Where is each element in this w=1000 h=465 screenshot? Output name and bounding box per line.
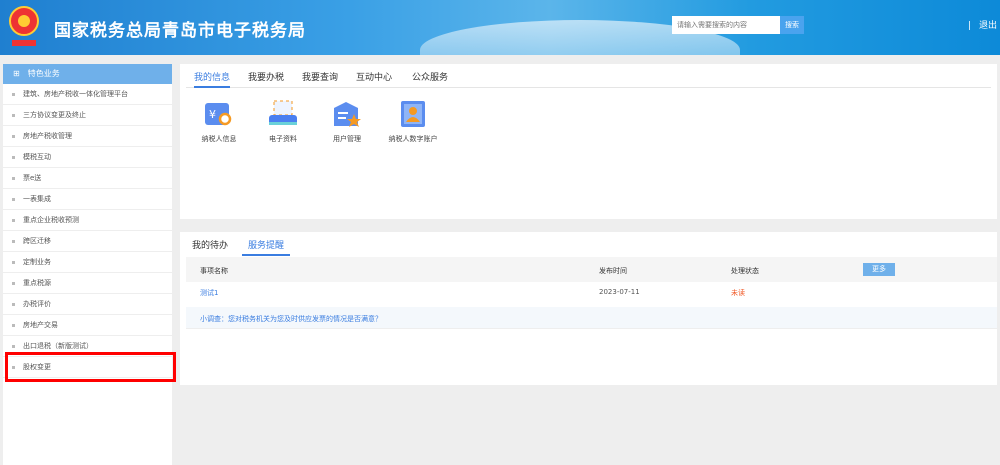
sidebar-item-label: 定制业务 [23, 258, 51, 266]
sidebar-item-label: 模税互动 [23, 153, 51, 161]
site-title: 国家税务总局青岛市电子税务局 [54, 21, 306, 41]
grid-icon: ⊞ [13, 69, 20, 78]
item-name-link[interactable]: 测试1 [200, 288, 218, 298]
info-panel: 我的信息 我要办税 我要查询 互动中心 公众服务 ¥ 纳税人信息 电子资料 用户… [180, 64, 997, 219]
sidebar-item[interactable]: 建筑、房地产税收一体化管理平台 [3, 84, 172, 105]
taxpayer-info-icon[interactable]: ¥ [204, 100, 234, 128]
sidebar-item-label: 一表集成 [23, 195, 51, 203]
bullet-icon [12, 197, 15, 201]
main-tabs: 我的信息 我要办税 我要查询 互动中心 公众服务 [186, 64, 991, 88]
sidebar-item-label: 重点税源 [23, 279, 51, 287]
bullet-icon [12, 218, 15, 222]
column-publish-date: 发布时间 [599, 267, 627, 275]
tab-my-todo[interactable]: 我的待办 [192, 238, 228, 251]
user-management-icon[interactable] [332, 100, 362, 128]
sidebar-item[interactable]: 模税互动 [3, 147, 172, 168]
header: 国家税务总局青岛市电子税务局 搜索 | 退出 [0, 0, 1000, 55]
search-input[interactable] [672, 16, 780, 34]
survey-link[interactable]: 小调查：您对税务机关为您及时供应发票的情况是否满意？ [200, 314, 382, 324]
sidebar-item-label: 三方协议变更及终止 [23, 111, 86, 119]
sidebar-item-label: 建筑、房地产税收一体化管理平台 [23, 90, 128, 98]
sidebar-item-label: 房地产交易 [23, 321, 58, 329]
sidebar-item-label: 跨区迁移 [23, 237, 51, 245]
sidebar-item[interactable]: 重点税源 [3, 273, 172, 294]
sidebar-item[interactable]: 一表集成 [3, 189, 172, 210]
tab-service-reminder[interactable]: 服务提醒 [242, 238, 291, 256]
sidebar-item-label: 出口退税（新版测试） [23, 342, 93, 350]
tab-my-info[interactable]: 我的信息 [194, 70, 231, 88]
status-badge: 未读 [731, 289, 745, 297]
digital-account-label[interactable]: 纳税人数字账户 [373, 134, 453, 144]
bullet-icon [12, 113, 15, 117]
notices-panel: 我的待办 服务提醒 事项名称 发布时间 处理状态 更多 测试1 2023-07-… [180, 232, 997, 385]
logout-button[interactable]: | 退出 [968, 18, 997, 31]
bullet-icon [12, 260, 15, 264]
sidebar-item-label: 票e送 [23, 174, 42, 182]
search-button[interactable]: 搜索 [780, 16, 804, 34]
bullet-icon [12, 134, 15, 138]
bullet-icon [12, 92, 15, 96]
digital-account-icon[interactable] [398, 100, 428, 128]
bullet-icon [12, 239, 15, 243]
tax-emblem-logo [9, 6, 39, 46]
sidebar-item[interactable]: 房地产交易 [3, 315, 172, 336]
sidebar-header[interactable]: ⊞ 特色业务 [3, 64, 172, 84]
bullet-icon [12, 302, 15, 306]
sidebar-item[interactable]: 重点企业税收预测 [3, 210, 172, 231]
sidebar: ⊞ 特色业务 建筑、房地产税收一体化管理平台 三方协议变更及终止 房地产税收管理 模税互… [3, 64, 172, 465]
logout-label[interactable]: 退出 [979, 21, 997, 31]
sidebar-item-label: 房地产税收管理 [23, 132, 72, 140]
more-button[interactable]: 更多 [863, 263, 895, 276]
tab-query[interactable]: 我要查询 [302, 70, 338, 83]
column-status: 处理状态 [731, 267, 759, 275]
separator: | [968, 21, 972, 31]
svg-text:¥: ¥ [209, 108, 216, 121]
bullet-icon [12, 155, 15, 159]
publish-date: 2023-07-11 [599, 288, 640, 296]
sidebar-item[interactable]: 票e送 [3, 168, 172, 189]
sidebar-item[interactable]: 办税评价 [3, 294, 172, 315]
bullet-icon [12, 176, 15, 180]
sidebar-item-label: 重点企业税收预测 [23, 216, 79, 224]
tab-public-service[interactable]: 公众服务 [412, 70, 448, 83]
bullet-icon [12, 344, 15, 348]
sidebar-title: 特色业务 [27, 69, 60, 78]
sidebar-item[interactable]: 定制业务 [3, 252, 172, 273]
sidebar-item[interactable]: 跨区迁移 [3, 231, 172, 252]
sidebar-item-label: 办税评价 [23, 300, 51, 308]
tab-tax-handling[interactable]: 我要办税 [248, 70, 284, 83]
tab-interaction[interactable]: 互动中心 [356, 70, 392, 83]
sidebar-item[interactable]: 房地产税收管理 [3, 126, 172, 147]
e-documents-icon[interactable] [268, 100, 298, 128]
sidebar-item[interactable]: 三方协议变更及终止 [3, 105, 172, 126]
column-item-name: 事项名称 [200, 267, 228, 275]
bullet-icon [12, 281, 15, 285]
survey-row: 小调查：您对税务机关为您及时供应发票的情况是否满意？ [186, 307, 997, 329]
highlight-box [5, 352, 176, 382]
bullet-icon [12, 323, 15, 327]
